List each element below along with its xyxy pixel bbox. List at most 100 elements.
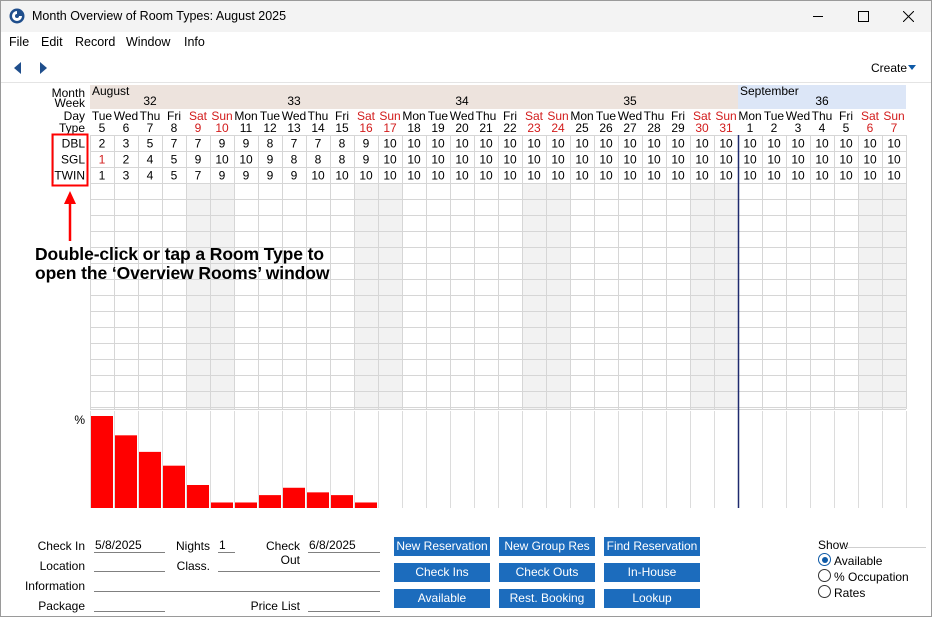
availability-cell[interactable]: 10 [527,169,541,183]
availability-cell[interactable]: 10 [719,169,733,183]
availability-cell[interactable]: 10 [551,137,565,151]
create-menu-button[interactable]: Create [871,61,907,75]
availability-cell[interactable]: 9 [243,169,250,183]
availability-cell[interactable]: 10 [527,153,541,167]
next-arrow-icon[interactable] [36,60,50,76]
radio-available-label[interactable]: Available [834,554,882,568]
radio-rates-label[interactable]: Rates [834,586,865,600]
availability-cell[interactable]: 10 [551,169,565,183]
rest-booking-button[interactable]: Rest. Booking [499,589,595,608]
availability-cell[interactable]: 10 [503,137,517,151]
availability-cell[interactable]: 10 [719,153,733,167]
availability-cell[interactable]: 10 [647,153,661,167]
check-ins-button[interactable]: Check Ins [394,563,490,582]
availability-cell[interactable]: 10 [407,153,421,167]
new-reservation-button[interactable]: New Reservation [394,537,490,556]
availability-cell[interactable]: 10 [743,169,757,183]
availability-cell[interactable]: 9 [267,153,274,167]
availability-cell[interactable]: 10 [887,137,901,151]
availability-cell[interactable]: 10 [527,137,541,151]
availability-cell[interactable]: 10 [455,153,469,167]
availability-cell[interactable]: 7 [171,137,178,151]
package-field[interactable] [94,598,165,612]
availability-cell[interactable]: 10 [695,169,709,183]
availability-cell[interactable]: 3 [123,137,130,151]
availability-cell[interactable]: 10 [431,153,445,167]
radio-occupation[interactable] [818,569,831,582]
availability-cell[interactable]: 10 [791,169,805,183]
availability-cell[interactable]: 2 [123,153,130,167]
check-in-field[interactable]: 5/8/2025 [94,539,165,553]
availability-cell[interactable]: 10 [335,169,349,183]
menu-window[interactable]: Window [126,35,170,49]
availability-cell[interactable]: 10 [815,137,829,151]
availability-cell[interactable]: 4 [147,153,154,167]
availability-cell[interactable]: 10 [767,153,781,167]
availability-cell[interactable]: 10 [431,169,445,183]
availability-cell[interactable]: 10 [839,137,853,151]
availability-cell[interactable]: 10 [575,137,589,151]
availability-cell[interactable]: 7 [195,137,202,151]
availability-cell[interactable]: 10 [359,169,373,183]
availability-cell[interactable]: 10 [503,169,517,183]
availability-cell[interactable]: 8 [267,137,274,151]
availability-cell[interactable]: 10 [743,153,757,167]
availability-cell[interactable]: 10 [599,137,613,151]
availability-cell[interactable]: 9 [267,169,274,183]
availability-cell[interactable]: 9 [219,169,226,183]
lookup-button[interactable]: Lookup [604,589,700,608]
menu-file[interactable]: File [9,35,29,49]
availability-cell[interactable]: 10 [791,137,805,151]
availability-cell[interactable]: 10 [455,137,469,151]
availability-cell[interactable]: 10 [695,153,709,167]
availability-cell[interactable]: 1 [99,153,106,167]
availability-cell[interactable]: 10 [863,137,877,151]
check-out-field[interactable]: 6/8/2025 [308,539,380,553]
availability-cell[interactable]: 10 [887,153,901,167]
availability-cell[interactable]: 10 [623,169,637,183]
availability-cell[interactable]: 7 [291,137,298,151]
availability-cell[interactable]: 10 [671,153,685,167]
availability-cell[interactable]: 10 [791,153,805,167]
availability-cell[interactable]: 4 [147,169,154,183]
information-field[interactable] [94,578,380,592]
availability-cell[interactable]: 1 [99,169,106,183]
availability-cell[interactable]: 10 [623,137,637,151]
radio-available[interactable] [818,553,831,566]
find-reservation-button[interactable]: Find Reservation [604,537,700,556]
menu-record[interactable]: Record [75,35,115,49]
availability-cell[interactable]: 10 [671,169,685,183]
availability-cell[interactable]: 10 [887,169,901,183]
availability-cell[interactable]: 10 [599,169,613,183]
availability-cell[interactable]: 2 [99,137,106,151]
availability-cell[interactable]: 10 [719,137,733,151]
availability-cell[interactable]: 9 [363,153,370,167]
availability-cell[interactable]: 10 [863,169,877,183]
availability-cell[interactable]: 10 [383,137,397,151]
availability-cell[interactable]: 9 [195,153,202,167]
menu-info[interactable]: Info [184,35,205,49]
new-group-res-button[interactable]: New Group Res [499,537,595,556]
availability-cell[interactable]: 9 [363,137,370,151]
availability-cell[interactable]: 10 [743,137,757,151]
availability-cell[interactable]: 3 [123,169,130,183]
availability-cell[interactable]: 8 [315,153,322,167]
price-list-field[interactable] [308,598,380,612]
availability-cell[interactable]: 10 [815,169,829,183]
availability-cell[interactable]: 9 [219,137,226,151]
availability-cell[interactable]: 10 [311,169,325,183]
availability-cell[interactable]: 5 [147,137,154,151]
availability-cell[interactable]: 5 [171,153,178,167]
availability-cell[interactable]: 10 [575,153,589,167]
in-house-button[interactable]: In-House [604,563,700,582]
availability-cell[interactable]: 10 [695,137,709,151]
room-type-dbl[interactable]: DBL [62,137,86,151]
availability-cell[interactable]: 10 [215,153,229,167]
availability-cell[interactable]: 10 [239,153,253,167]
availability-cell[interactable]: 10 [503,153,517,167]
check-outs-button[interactable]: Check Outs [499,563,595,582]
availability-cell[interactable]: 10 [767,137,781,151]
availability-cell[interactable]: 10 [431,137,445,151]
menu-edit[interactable]: Edit [41,35,63,49]
availability-cell[interactable]: 10 [407,137,421,151]
